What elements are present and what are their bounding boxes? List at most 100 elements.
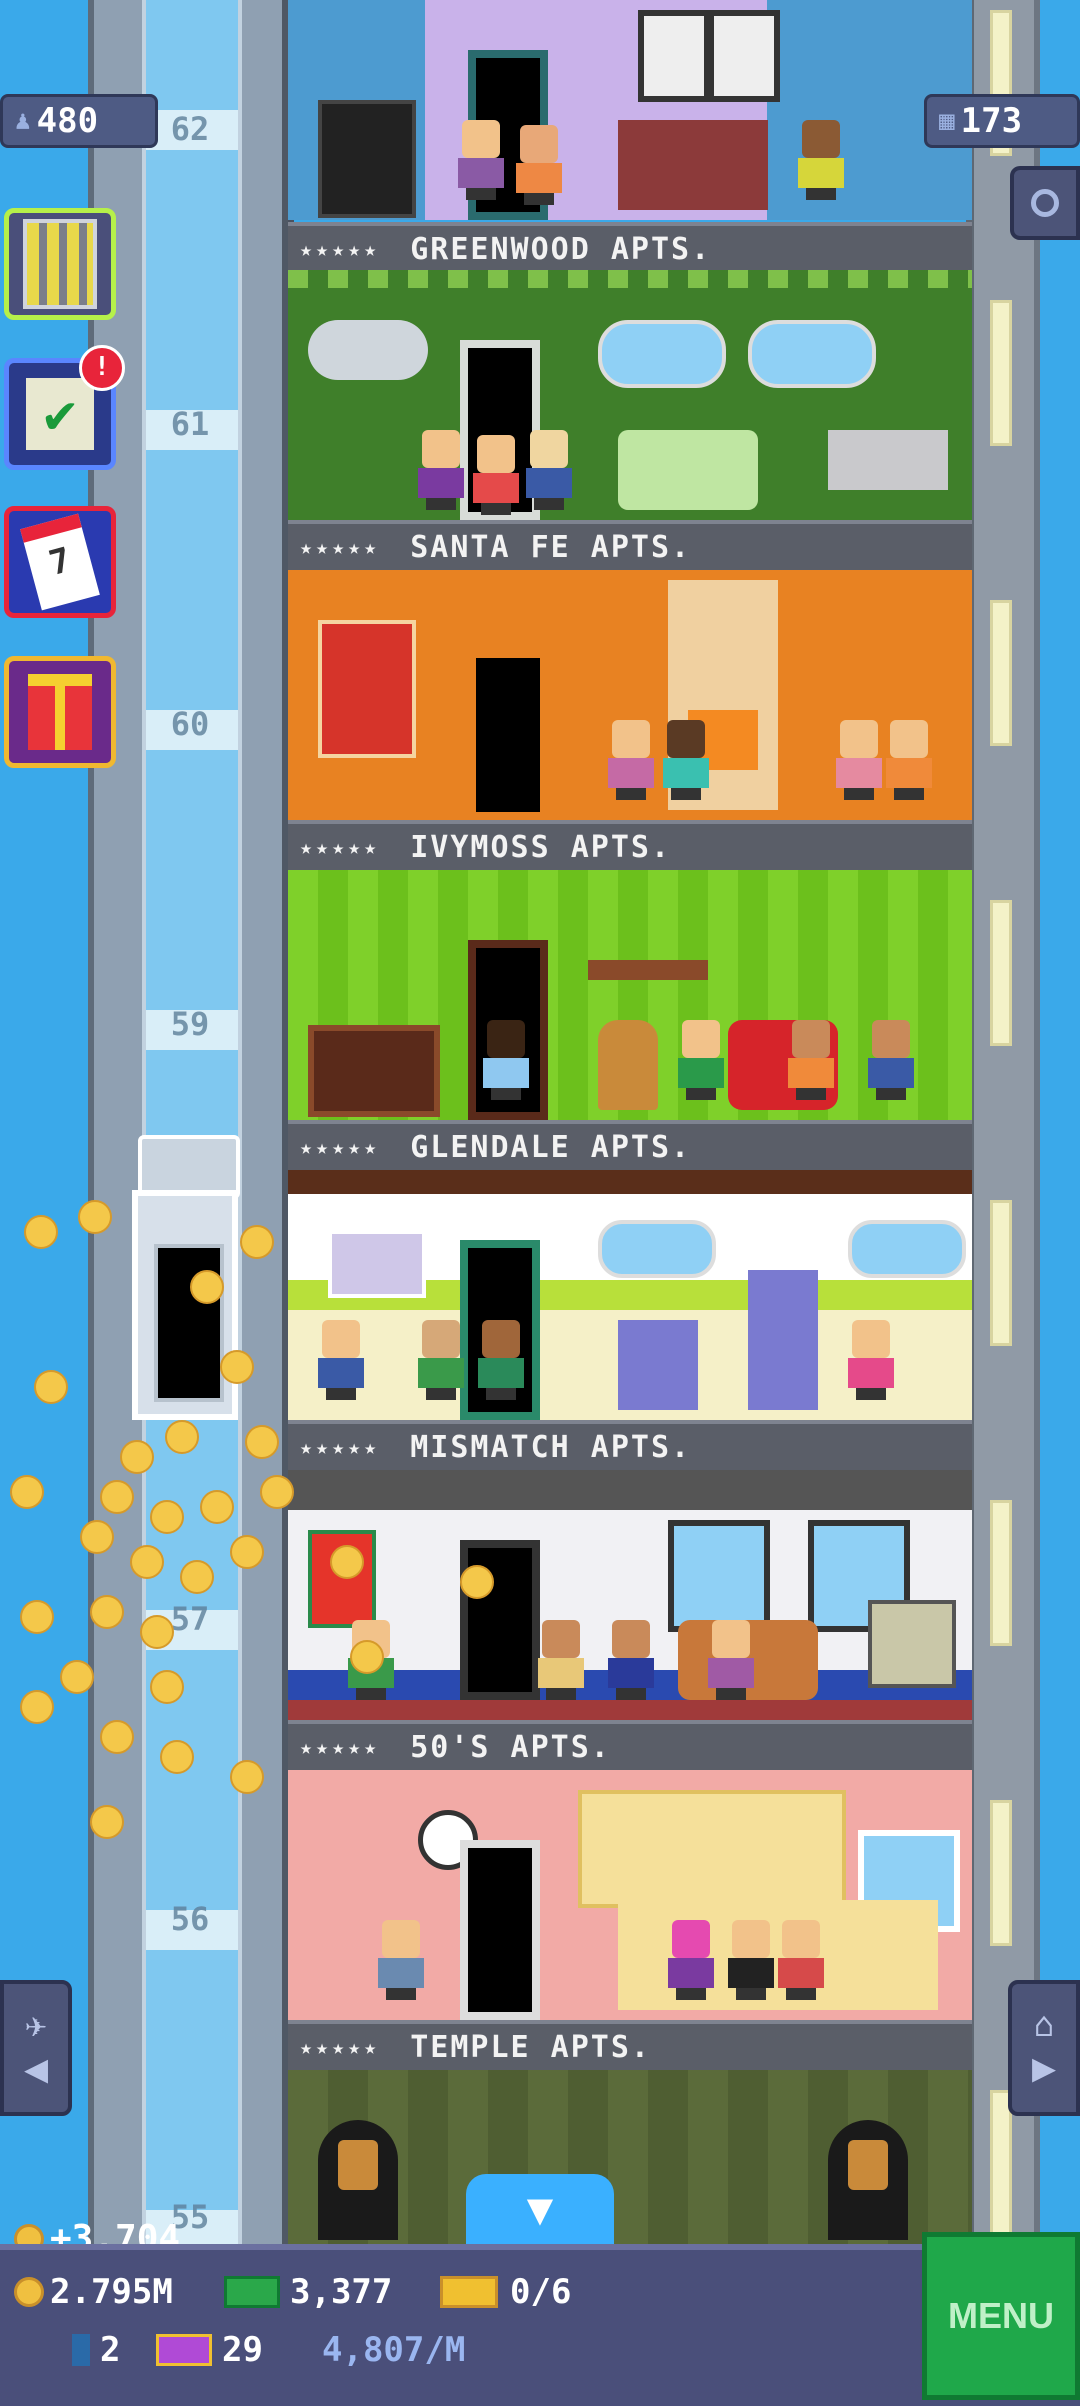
bitizen[interactable] [473,435,519,515]
checklist-icon: ✔ [26,378,94,450]
bitizen[interactable] [516,125,562,205]
coin-icon [190,1270,224,1304]
nav-right-button[interactable]: ⌂ ▶ [1008,1980,1080,2116]
coin-icon [20,1690,54,1724]
tickets-stat[interactable]: 0/6 [440,2272,571,2312]
left-arrow-icon: ◀ [23,2045,49,2092]
bitizen[interactable] [526,430,572,510]
ticket-icon [440,2276,498,2308]
elevator-car[interactable] [132,1190,238,1420]
wall-light [990,1200,1012,1346]
floor-glendale[interactable]: ★★★★★ GLENDALE APTS. [282,870,972,1170]
floor-label-bar: ★★★★★ IVYMOSS APTS. [288,820,972,870]
tv-stand [308,1025,440,1117]
bitizen[interactable] [868,1020,914,1100]
bitizen[interactable] [886,720,932,800]
bitizen[interactable] [708,1620,754,1700]
coins-stat[interactable]: 2.795M [14,2272,173,2312]
bitizen[interactable] [378,1920,424,2000]
floor-50s[interactable]: ★★★★★ 50'S APTS. [282,1470,972,1770]
bitizen[interactable] [608,1620,654,1700]
bitizen[interactable] [848,1320,894,1400]
coin-icon [245,1425,279,1459]
search-icon [1031,189,1059,217]
bed [618,120,768,210]
wall-rug [318,620,416,758]
coin-icon [230,1760,264,1794]
fridge [748,1270,818,1410]
population-value: 480 [36,101,99,141]
idol-face [338,2140,378,2190]
floor-label-bar: ★★★★★ 50'S APTS. [288,1720,972,1770]
bitizen[interactable] [728,1920,774,2000]
nav-left-button[interactable]: ✈ ◀ [0,1980,72,2116]
floor-stars: ★★★★★ [300,2035,381,2059]
income-rate-stat: 4,807/M [322,2330,465,2370]
wall-painting [328,1230,426,1298]
golden-bux-value: 29 [222,2330,263,2370]
floor-temple[interactable]: ★★★★★ TEMPLE APTS. [282,1770,972,2070]
coin-icon [150,1500,184,1534]
floor-temple-interior[interactable] [282,2070,972,2244]
bitizen[interactable] [778,1920,824,2000]
tower-overview-button[interactable] [4,208,116,320]
keys-stat[interactable]: 2 [72,2330,120,2370]
bitizen[interactable] [318,1320,364,1400]
bitizen[interactable] [483,1020,529,1100]
golden-bux-stat[interactable]: 29 [156,2330,263,2370]
floor-santa-fe[interactable]: ★★★★★ SANTA FE APTS. [282,270,972,570]
coin-icon [240,1225,274,1259]
temple-interior-room [288,2070,972,2244]
calendar-button[interactable]: 7 [4,506,116,618]
bitizen[interactable] [418,1320,464,1400]
floor-label-bar: ★★★★★ TEMPLE APTS. [288,2020,972,2070]
coin-icon [130,1545,164,1579]
gift-button[interactable] [4,656,116,768]
bitizen[interactable] [458,120,504,200]
bitizen[interactable] [663,720,709,800]
search-button[interactable] [1010,166,1080,240]
bitizen[interactable] [478,1320,524,1400]
coin-icon [20,1600,54,1634]
floor-number-56: 56 [170,1900,210,1938]
bottom-status-bar: 2.795M 3,377 0/6 2 29 4,807/M [0,2244,1080,2406]
wall-light [990,1800,1012,1946]
picture-frame [708,10,780,102]
bitizen[interactable] [538,1620,584,1700]
bitizen[interactable] [798,120,844,200]
wall-trim [288,270,972,288]
elevator-door [154,1244,224,1402]
scroll-down-button[interactable]: ▼ [466,2174,614,2244]
floors-counter[interactable]: ▦ 173 [924,94,1080,148]
ivymoss-room [288,570,972,820]
bitizen[interactable] [608,720,654,800]
floor-mismatch[interactable]: ★★★★★ MISMATCH APTS. [282,1170,972,1470]
floor-greenwood[interactable]: ★★★★★ GREENWOOD APTS. [282,0,972,270]
missions-button[interactable]: ✔ ! [4,345,125,470]
bitizen[interactable] [678,1020,724,1100]
bux-stat[interactable]: 3,377 [224,2272,392,2312]
stove [618,1320,698,1410]
bux-value: 3,377 [290,2272,393,2312]
wall-light [990,600,1012,746]
bitizen[interactable] [836,720,882,800]
bitizen[interactable] [788,1020,834,1100]
coin-icon [100,1720,134,1754]
coin-icon [460,1565,494,1599]
bitizen[interactable] [418,430,464,510]
coin-icon [230,1535,264,1569]
coin-icon [10,1475,44,1509]
oval-window [848,1220,966,1278]
floor-ivymoss[interactable]: ★★★★★ IVYMOSS APTS. [282,570,972,870]
coin-icon [150,1670,184,1704]
down-arrow-icon: ▼ [526,2183,554,2235]
coin-icon [90,1595,124,1629]
wall-light [990,900,1012,1046]
jukebox [598,1020,658,1110]
menu-button[interactable]: MENU [922,2232,1080,2400]
wall-light [990,300,1012,446]
population-counter[interactable]: ♟ 480 [0,94,158,148]
floor-label-bar: ★★★★★ GREENWOOD APTS. [288,222,972,270]
bitizen[interactable] [668,1920,714,2000]
floor-stars: ★★★★★ [300,237,381,261]
